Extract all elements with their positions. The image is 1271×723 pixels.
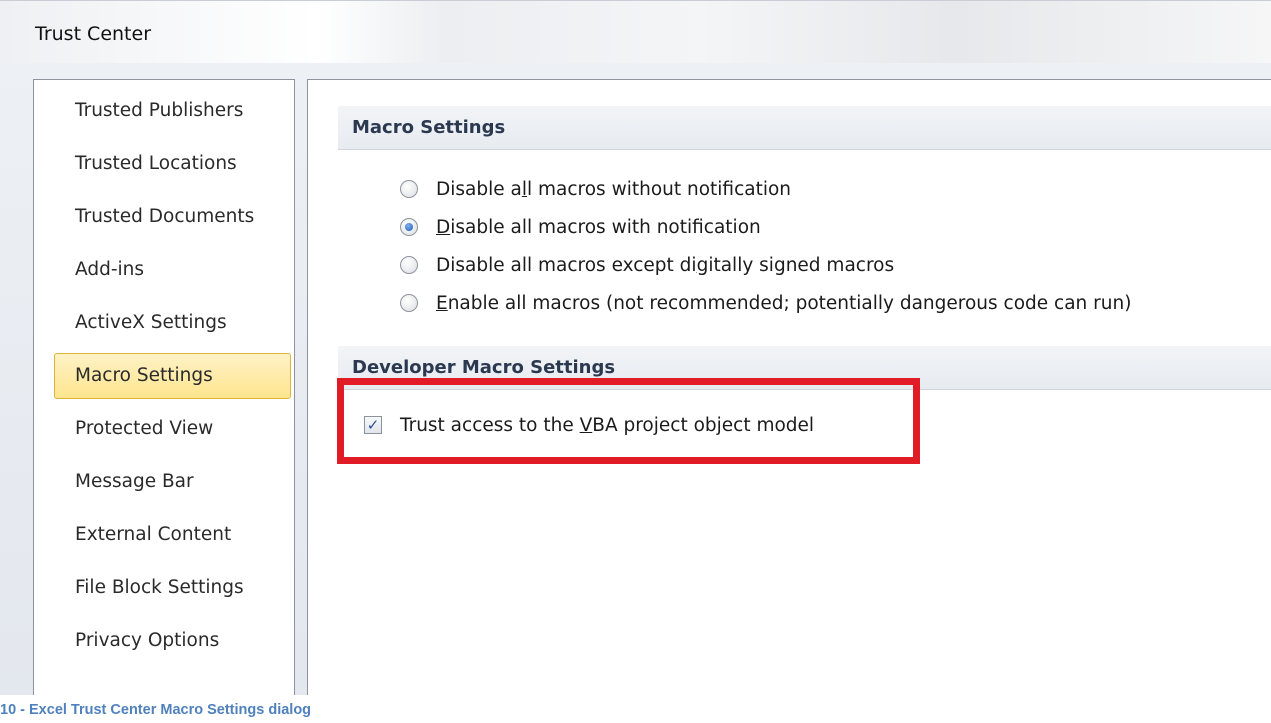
figure-caption: 10 - Excel Trust Center Macro Settings d… (0, 702, 312, 718)
radio-disable-with-notification[interactable]: Disable all macros with notification (400, 208, 761, 246)
sidebar-item-protected-view[interactable]: Protected View (54, 406, 291, 452)
sidebar-item-privacy-options[interactable]: Privacy Options (54, 618, 291, 664)
sidebar-item-activex-settings[interactable]: ActiveX Settings (54, 300, 291, 346)
checkbox-checked-icon[interactable]: ✓ (364, 416, 382, 434)
window-title: Trust Center (35, 23, 152, 45)
macro-settings-header: Macro Settings (338, 106, 1271, 150)
radio-button-icon[interactable] (400, 294, 418, 312)
sidebar-item-macro-settings[interactable]: Macro Settings (54, 353, 291, 399)
sidebar-item-message-bar[interactable]: Message Bar (54, 459, 291, 505)
radio-button-icon[interactable] (400, 180, 418, 198)
radio-label: Disable all macros with notification (436, 216, 761, 238)
radio-button-selected-icon[interactable] (400, 218, 418, 236)
trust-vba-access-option[interactable]: ✓ Trust access to the VBA project object… (364, 410, 814, 440)
trust-center-window: Trust Center Trusted Publishers Trusted … (0, 0, 1271, 695)
title-bar: Trust Center (0, 1, 1271, 63)
sidebar-item-trusted-documents[interactable]: Trusted Documents (54, 194, 291, 240)
radio-label: Disable all macros except digitally sign… (436, 254, 895, 276)
sidebar-item-add-ins[interactable]: Add-ins (54, 247, 291, 293)
sidebar-item-trusted-locations[interactable]: Trusted Locations (54, 141, 291, 187)
radio-button-icon[interactable] (400, 256, 418, 274)
checkbox-label: Trust access to the VBA project object m… (400, 414, 815, 436)
developer-macro-settings-header: Developer Macro Settings (338, 346, 1271, 390)
radio-disable-except-signed[interactable]: Disable all macros except digitally sign… (400, 246, 894, 284)
sidebar-item-trusted-publishers[interactable]: Trusted Publishers (54, 88, 291, 134)
radio-disable-without-notification[interactable]: Disable all macros without notification (400, 170, 791, 208)
radio-label: Enable all macros (not recommended; pote… (436, 292, 1132, 314)
sidebar-item-file-block-settings[interactable]: File Block Settings (54, 565, 291, 611)
sidebar-nav: Trusted Publishers Trusted Locations Tru… (33, 79, 295, 695)
radio-enable-all-macros[interactable]: Enable all macros (not recommended; pote… (400, 284, 1131, 322)
sidebar-item-external-content[interactable]: External Content (54, 512, 291, 558)
settings-panel: Macro Settings Disable all macros withou… (307, 79, 1271, 695)
radio-label: Disable all macros without notification (436, 178, 792, 200)
